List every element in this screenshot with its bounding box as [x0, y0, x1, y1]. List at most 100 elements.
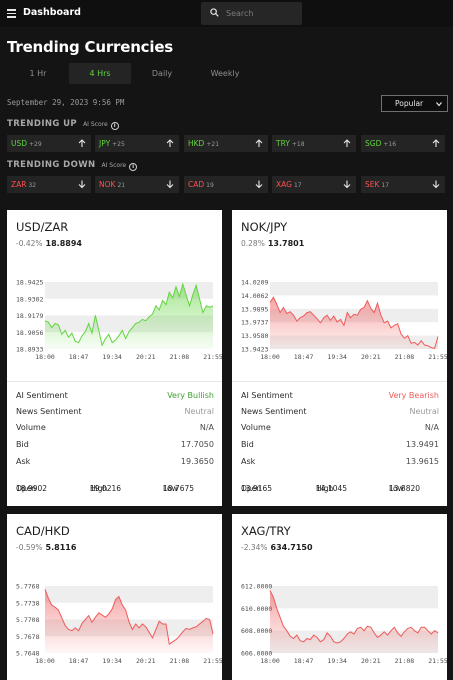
x-tick-label: 19:34	[102, 657, 122, 665]
tab-4hrs[interactable]: 4 Hrs	[69, 63, 131, 84]
chart-grid-band	[270, 586, 438, 609]
arrow-up-icon	[343, 139, 351, 147]
x-tick-label: 19:34	[327, 657, 347, 665]
trending-up-chip-usd[interactable]: USD +29	[7, 135, 91, 152]
row-label: News Sentiment	[241, 407, 307, 416]
trending-down-chip-cad[interactable]: CAD 19	[184, 176, 268, 193]
current-price: 13.7801	[267, 239, 305, 248]
x-tick-label: 20:21	[136, 353, 156, 361]
sort-select[interactable]: Popular	[381, 95, 448, 112]
x-tick-label: 18:47	[294, 353, 314, 361]
currency-card-cad-hkd[interactable]: CAD/HKD -0.59% 5.8116 5.7768 5.7738 5.7708 5…	[7, 514, 222, 680]
row-value: Very Bearish	[388, 391, 439, 400]
tab-1hr[interactable]: 1 Hr	[7, 63, 69, 84]
currency-code: SGD	[365, 139, 382, 148]
x-tick-label: 20:21	[361, 353, 381, 361]
pair-title: XAG/TRY	[241, 524, 291, 538]
menu-icon[interactable]	[7, 9, 16, 18]
ai-score: +16	[383, 141, 397, 148]
ask-row: Ask 19.3650	[16, 457, 214, 466]
row-value: N/A	[424, 423, 439, 432]
price-chart: 14.020914.006213.989513.973713.958013.94…	[241, 279, 447, 362]
brand-title[interactable]: Dashboard	[23, 7, 81, 18]
ai-score: +21	[206, 141, 220, 148]
trending-up-label: TRENDING UP	[7, 119, 78, 129]
currency-code: TRY	[276, 139, 290, 148]
tab-daily[interactable]: Daily	[131, 63, 193, 84]
news-sentiment-row: News Sentiment Neutral	[16, 407, 214, 416]
row-value: Neutral	[409, 407, 439, 416]
currency-card-xag-try[interactable]: XAG/TRY -2.34% 634.7150 612.0000 610.0000 6…	[232, 514, 447, 680]
y-tick-label: 608.0000	[241, 627, 272, 635]
chip-text: CAD 19	[188, 180, 214, 189]
tab-weekly[interactable]: Weekly	[194, 63, 256, 84]
arrow-up-icon	[78, 139, 86, 147]
currency-code: HKD	[188, 139, 205, 148]
trending-up-chip-hkd[interactable]: HKD +21	[184, 135, 268, 152]
price-chart: 18.942518.930218.917918.905618.893318:00…	[16, 279, 222, 362]
ai-score: +18	[291, 141, 305, 148]
trending-up-chip-jpy[interactable]: JPY +25	[95, 135, 179, 152]
bid-row: Bid 17.7050	[16, 440, 214, 449]
x-tick-label: 18:00	[260, 657, 280, 665]
currency-code: CAD	[188, 180, 205, 189]
currency-card-nok-jpy[interactable]: NOK/JPY 0.28% 13.7801 14.0209 14.0062 13.98…	[232, 210, 447, 506]
pair-title: CAD/HKD	[16, 524, 70, 538]
ai-score-label: AI Score	[83, 121, 108, 128]
currency-card-usd-zar[interactable]: USD/ZAR -0.42% 18.8894 18.9425 18.9302 18.9…	[7, 210, 222, 506]
top-bar: Dashboard Search	[0, 0, 453, 27]
info-icon[interactable]: i	[110, 122, 119, 130]
news-sentiment-row: News Sentiment Neutral	[241, 407, 439, 416]
current-price: 18.8894	[45, 239, 82, 248]
chip-text: XAG 17	[276, 180, 302, 189]
chip-text: SEK 17	[365, 180, 389, 189]
x-tick-label: 18:00	[35, 657, 55, 665]
x-tick-label: 21:08	[170, 657, 190, 665]
page-title: Trending Currencies	[7, 38, 174, 56]
ai-score: +25	[112, 141, 125, 148]
change-line: -2.34% 634.7150	[241, 543, 313, 552]
chip-text: TRY +18	[276, 139, 305, 148]
search-input[interactable]: Search	[201, 2, 302, 25]
currency-code: SEK	[365, 180, 380, 189]
y-tick-label: 14.0062	[241, 292, 268, 300]
trending-up-chip-try[interactable]: TRY +18	[272, 135, 356, 152]
trending-down-chip-zar[interactable]: ZAR 32	[7, 176, 91, 193]
info-icon[interactable]: i	[129, 163, 138, 171]
bid-row: Bid 13.9491	[241, 440, 439, 449]
row-label: AI Sentiment	[16, 391, 68, 400]
chart-grid-band	[45, 586, 213, 603]
row-value: Neutral	[184, 407, 214, 416]
row-value: 13.9615	[405, 457, 439, 466]
trending-down-chip-sek[interactable]: SEK 17	[361, 176, 445, 193]
row-label: Bid	[16, 440, 29, 449]
currency-code: XAG	[276, 180, 292, 189]
x-tick-label: 21:55	[203, 657, 222, 665]
ai-score-label: AI Score	[101, 162, 127, 169]
chevron-down-icon	[436, 102, 442, 107]
arrow-up-icon	[432, 139, 440, 147]
pair-title: USD/ZAR	[16, 220, 69, 234]
x-tick-label: 21:55	[428, 353, 447, 361]
y-tick-label: 13.9737	[241, 319, 268, 327]
chip-text: SGD +16	[365, 139, 396, 148]
trending-down-chip-xag[interactable]: XAG 17	[272, 176, 356, 193]
row-value: 13.9491	[405, 440, 439, 449]
row-label: Ask	[16, 457, 31, 466]
trending-up-chip-sgd[interactable]: SGD +16	[361, 135, 445, 152]
ai-sentiment-row: AI Sentiment Very Bearish	[241, 391, 439, 400]
ai-score: +29	[29, 141, 42, 148]
chart-grid-band	[270, 282, 438, 296]
x-tick-label: 21:08	[395, 353, 415, 361]
trending-down-chip-nok[interactable]: NOK 21	[95, 176, 179, 193]
search-placeholder: Search	[226, 9, 254, 18]
row-label: News Sentiment	[16, 407, 82, 416]
chip-text: HKD +21	[188, 139, 219, 148]
divider	[232, 381, 447, 382]
currency-code: NOK	[99, 180, 116, 189]
y-tick-label: 5.7708	[16, 616, 40, 624]
ai-sentiment-row: AI Sentiment Very Bullish	[16, 391, 214, 400]
change-percent: -2.34%	[241, 543, 268, 552]
arrow-down-icon	[78, 180, 86, 189]
currency-code: USD	[11, 139, 28, 148]
